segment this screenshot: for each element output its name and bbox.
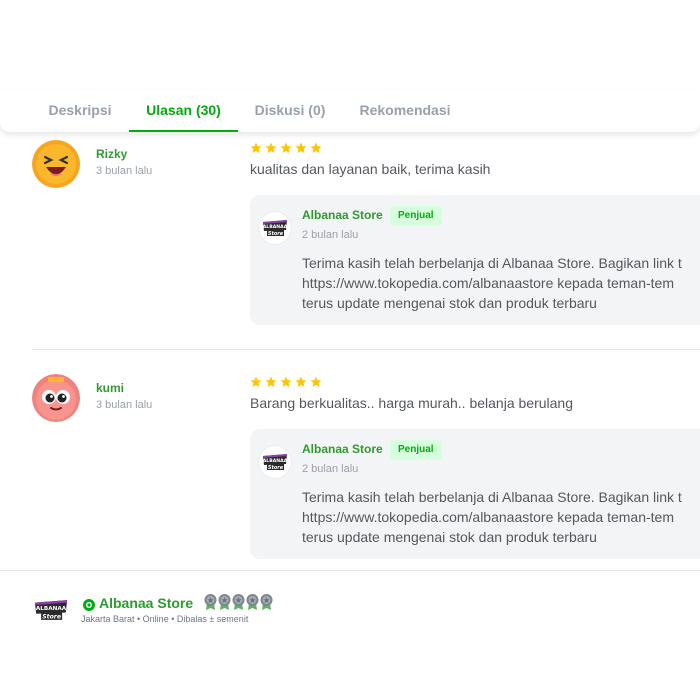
star-icon — [280, 376, 292, 387]
svg-text:Store: Store — [42, 613, 61, 621]
medal-icon — [218, 594, 231, 610]
star-icon — [265, 376, 277, 387]
svg-text:Store: Store — [268, 465, 284, 471]
review-text: kualitas dan layanan baik, terima kasih — [250, 161, 491, 177]
shop-badge-medals — [204, 593, 273, 611]
product-tab-bar: Deskripsi Ulasan (30) Diskusi (0) Rekome… — [0, 90, 700, 132]
seller-badge: Penjual — [390, 206, 442, 226]
reply-text: Terima kasih telah berbelanja di Albanaa… — [302, 253, 700, 313]
reviewer-name: kumi — [96, 381, 125, 395]
rating-stars — [250, 142, 322, 156]
star-icon — [295, 376, 307, 387]
review-time: 3 bulan lalu — [96, 399, 153, 411]
tab-diskusi[interactable]: Diskusi (0) — [248, 90, 332, 132]
medal-icon — [246, 594, 259, 610]
seller-name[interactable]: Albanaa Store — [302, 208, 383, 222]
reply-text: Terima kasih telah berbelanja di Albanaa… — [302, 487, 700, 547]
review-text: Barang berkualitas.. harga murah.. belan… — [250, 395, 573, 411]
medal-icon — [204, 594, 217, 610]
shop-info-bar: ALBANAA Store Albanaa Store Jakarta Bara… — [0, 570, 700, 700]
reply-line: terus update mengenai stok dan produk te… — [302, 529, 597, 545]
seller-reply: ALBANAA Store Albanaa Store Penjual 2 bu… — [250, 195, 700, 325]
seller-logo[interactable]: ALBANAA Store — [258, 445, 292, 479]
shop-meta: Jakarta Barat • Online • Dibalas ± semen… — [81, 614, 249, 624]
reply-line: terus update mengenai stok dan produk te… — [302, 295, 597, 311]
review-divider — [32, 349, 700, 350]
star-icon — [250, 376, 262, 387]
star-icon — [265, 142, 277, 153]
svg-text:Store: Store — [268, 231, 284, 237]
svg-text:ALBANAA: ALBANAA — [263, 458, 288, 464]
reviewer-avatar[interactable] — [32, 374, 80, 422]
reply-line: Terima kasih telah berbelanja di Albanaa… — [302, 255, 682, 271]
reply-line: https://www.tokopedia.com/albanaastore k… — [302, 275, 674, 291]
star-icon — [280, 142, 292, 153]
star-icon — [310, 142, 322, 153]
svg-text:ALBANAA: ALBANAA — [263, 224, 288, 230]
review-item: kumi 3 bulan lalu Barang berkualitas.. h… — [0, 367, 700, 567]
star-icon — [310, 376, 322, 387]
reply-time: 2 bulan lalu — [302, 463, 359, 475]
star-icon — [295, 142, 307, 153]
shop-logo[interactable]: ALBANAA Store — [30, 589, 72, 631]
review-time: 3 bulan lalu — [96, 165, 153, 177]
medal-icon — [232, 594, 245, 610]
seller-badge: Penjual — [390, 440, 442, 460]
tab-ulasan[interactable]: Ulasan (30) — [129, 90, 238, 132]
svg-text:ALBANAA: ALBANAA — [36, 606, 67, 612]
seller-name[interactable]: Albanaa Store — [302, 442, 383, 456]
seller-logo[interactable]: ALBANAA Store — [258, 211, 292, 245]
star-icon — [250, 142, 262, 153]
rating-stars — [250, 376, 322, 390]
seller-reply: ALBANAA Store Albanaa Store Penjual 2 bu… — [250, 429, 700, 559]
medal-icon — [260, 594, 273, 610]
review-item: Rizky 3 bulan lalu kualitas dan layanan … — [0, 133, 700, 349]
reply-line: https://www.tokopedia.com/albanaastore k… — [302, 509, 674, 525]
verified-shop-icon — [83, 599, 95, 611]
reply-line: Terima kasih telah berbelanja di Albanaa… — [302, 489, 682, 505]
shop-name[interactable]: Albanaa Store — [99, 595, 193, 611]
tab-rekomendasi[interactable]: Rekomendasi — [348, 90, 462, 132]
reply-time: 2 bulan lalu — [302, 229, 359, 241]
reviewer-name: Rizky — [96, 147, 128, 161]
tab-deskripsi[interactable]: Deskripsi — [30, 90, 130, 132]
reviewer-avatar[interactable] — [32, 140, 80, 188]
